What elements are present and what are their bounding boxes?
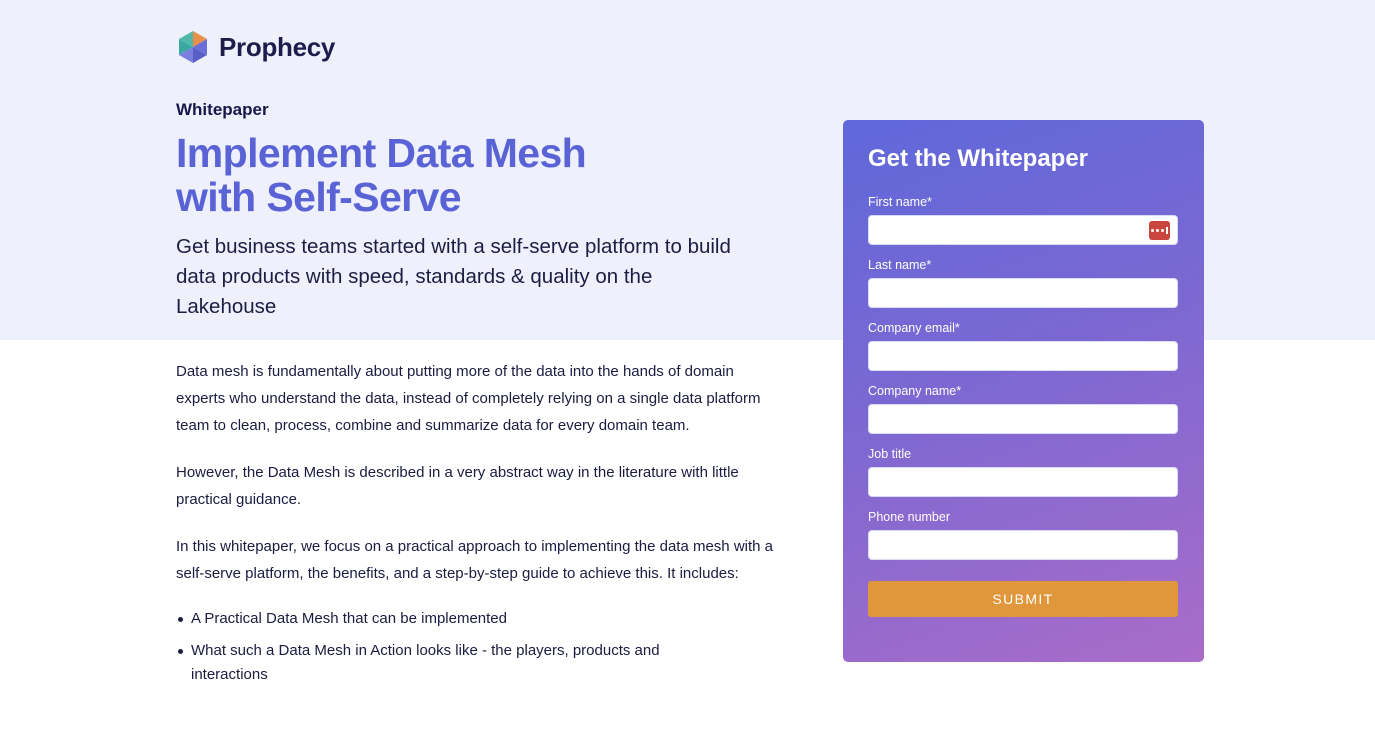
phone-number-input[interactable] bbox=[869, 531, 1177, 559]
eyebrow-label: Whitepaper bbox=[176, 100, 269, 119]
body-paragraph: However, the Data Mesh is described in a… bbox=[176, 464, 739, 508]
phone-number-label: Phone number bbox=[868, 510, 951, 524]
last-name-input-wrapper bbox=[868, 278, 1178, 308]
company-name-input[interactable] bbox=[869, 405, 1177, 433]
job-title-input[interactable] bbox=[869, 468, 1177, 496]
job-title-input-wrapper bbox=[868, 467, 1178, 497]
feature-list-item: A Practical Data Mesh that can be implem… bbox=[176, 607, 696, 631]
job-title-field: Job title bbox=[868, 446, 1179, 497]
page-title-line-2: with Self-Serve bbox=[176, 174, 462, 220]
company-email-label: Company email* bbox=[868, 321, 960, 335]
feature-list: A Practical Data Mesh that can be implem… bbox=[176, 607, 776, 687]
feature-list-item: What such a Data Mesh in Action looks li… bbox=[176, 639, 696, 687]
company-email-field: Company email* bbox=[868, 320, 1179, 371]
company-name-field: Company name* bbox=[868, 383, 1179, 434]
last-name-label: Last name* bbox=[868, 258, 932, 272]
phone-number-field: Phone number bbox=[868, 509, 1179, 560]
page-title: Implement Data Mesh with Self-Serve bbox=[176, 131, 736, 219]
company-email-input[interactable] bbox=[869, 342, 1177, 370]
brand-name: Prophecy bbox=[219, 31, 336, 62]
body-content: Data mesh is fundamentally about putting… bbox=[176, 358, 776, 695]
phone-number-input-wrapper bbox=[868, 530, 1178, 560]
prophecy-logo-link[interactable]: Prophecy bbox=[176, 30, 335, 64]
last-name-input[interactable] bbox=[869, 279, 1177, 307]
first-name-field: First name* bbox=[868, 194, 1179, 245]
body-paragraph: In this whitepaper, we focus on a practi… bbox=[176, 538, 774, 582]
job-title-label: Job title bbox=[868, 447, 912, 461]
hexagon-logo-icon bbox=[179, 31, 207, 63]
company-name-input-wrapper bbox=[868, 404, 1178, 434]
body-paragraph: Data mesh is fundamentally about putting… bbox=[176, 363, 761, 434]
submit-button[interactable]: SUBMIT bbox=[868, 581, 1178, 617]
first-name-input-wrapper bbox=[868, 215, 1178, 245]
form-title: Get the Whitepaper bbox=[868, 145, 1089, 172]
company-name-label: Company name* bbox=[868, 384, 962, 398]
password-manager-icon[interactable] bbox=[1149, 221, 1170, 240]
page-subtitle: Get business teams started with a self-s… bbox=[176, 235, 731, 318]
last-name-field: Last name* bbox=[868, 257, 1179, 308]
first-name-input[interactable] bbox=[869, 216, 1177, 244]
company-email-input-wrapper bbox=[868, 341, 1178, 371]
first-name-label: First name* bbox=[868, 195, 932, 209]
page-title-line-1: Implement Data Mesh bbox=[176, 130, 587, 176]
whitepaper-form: Get the Whitepaper First name* Last name… bbox=[843, 120, 1204, 662]
